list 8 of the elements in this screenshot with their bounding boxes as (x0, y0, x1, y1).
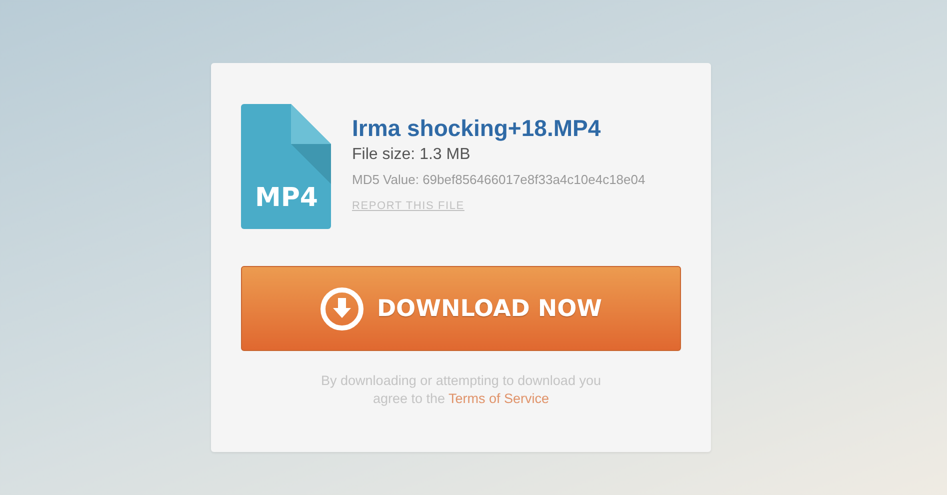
download-icon (320, 286, 364, 330)
file-icon (241, 104, 331, 229)
md5-value: MD5 Value: 69bef856466017e8f33a4c10e4c18e04 (352, 172, 646, 188)
download-button[interactable]: DOWNLOAD NOW (241, 266, 681, 351)
file-size: File size: 1.3 MB (352, 145, 472, 165)
file-type-label: MP4 (255, 183, 318, 213)
file-name: Irma shocking+18.MP4 (352, 114, 602, 142)
terms-link[interactable]: Terms of Service (448, 391, 550, 406)
